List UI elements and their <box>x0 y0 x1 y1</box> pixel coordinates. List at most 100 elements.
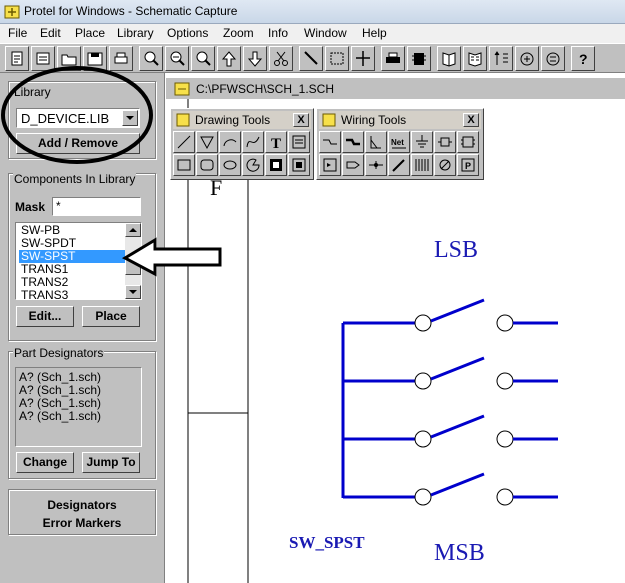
sheet-symbol-icon <box>461 136 475 148</box>
menu-window[interactable]: Window <box>304 26 347 40</box>
jump-to-button[interactable]: Jump To <box>82 452 140 473</box>
help-button[interactable]: ? <box>571 46 595 71</box>
pan-down-button[interactable] <box>243 46 267 71</box>
junction-tool[interactable] <box>365 154 387 176</box>
text-icon: T <box>271 136 281 150</box>
switch-lever <box>430 472 485 497</box>
bus-entry-tool[interactable] <box>365 131 387 153</box>
pie-tool[interactable] <box>242 154 264 176</box>
drawing-tools-title-bar[interactable]: Drawing Tools X <box>173 111 311 129</box>
bezier-tool[interactable] <box>242 131 264 153</box>
palette-icon <box>322 113 336 127</box>
graphic-tool[interactable] <box>265 154 287 176</box>
port-tool[interactable] <box>342 154 364 176</box>
bus-tool[interactable] <box>342 131 364 153</box>
pcb-layout-icon: P <box>461 158 475 172</box>
menu-help[interactable]: Help <box>362 26 387 40</box>
line-icon <box>177 135 191 149</box>
place-part-button[interactable] <box>407 46 431 71</box>
svg-text:?: ? <box>579 51 588 67</box>
rounded-rect-icon <box>200 159 214 171</box>
bus-entry-icon <box>370 136 381 149</box>
text-tool[interactable]: T <box>265 131 287 153</box>
close-icon[interactable]: X <box>293 113 309 127</box>
scroll-down-icon[interactable] <box>125 285 141 299</box>
ellipse-tool[interactable] <box>219 154 241 176</box>
sheet-symbol-tool[interactable] <box>457 131 479 153</box>
designators-button[interactable]: Designators <box>14 496 150 514</box>
menu-options[interactable]: Options <box>167 26 208 40</box>
hierarchy-button[interactable] <box>515 46 539 71</box>
zoom-fit-button[interactable] <box>191 46 215 71</box>
port-icon <box>346 161 360 169</box>
sort-button[interactable] <box>489 46 513 71</box>
move-cross-icon <box>356 51 370 66</box>
printer-button[interactable] <box>381 46 405 71</box>
rectangle-icon <box>177 159 191 171</box>
net-button[interactable] <box>541 46 565 71</box>
sheet-entry-tool[interactable] <box>319 154 341 176</box>
cut-button[interactable] <box>269 46 293 71</box>
line-tool[interactable] <box>173 131 195 153</box>
scroll-up-icon[interactable] <box>125 223 141 237</box>
probe-tool[interactable] <box>388 154 410 176</box>
title-bar: Protel for Windows - Schematic Capture <box>0 0 625 24</box>
menu-bar: File Edit Place Library Options Zoom Inf… <box>0 24 625 43</box>
net-icon <box>546 52 560 66</box>
polygon-icon <box>200 136 214 150</box>
part-tool[interactable] <box>434 131 456 153</box>
list-item[interactable]: TRANS3 <box>19 289 125 299</box>
error-markers-button[interactable]: Error Markers <box>14 514 150 532</box>
svg-text:Net: Net <box>391 138 404 147</box>
wire-button[interactable] <box>299 46 323 71</box>
zoom-out-icon <box>170 51 185 66</box>
test-vector-icon <box>415 159 429 171</box>
zoom-out-button[interactable] <box>165 46 189 71</box>
menu-zoom[interactable]: Zoom <box>223 26 254 40</box>
switch-contact-right <box>496 488 514 506</box>
rectangle-tool[interactable] <box>173 154 195 176</box>
text-frame-icon <box>292 135 306 149</box>
change-button[interactable]: Change <box>16 452 74 473</box>
list-item[interactable]: A? (Sch_1.sch) <box>19 410 101 423</box>
wiring-tools-title-bar[interactable]: Wiring Tools X <box>319 111 481 129</box>
switch-lever <box>430 298 485 323</box>
menu-info[interactable]: Info <box>268 26 288 40</box>
wire-tool[interactable] <box>319 131 341 153</box>
components-group-label: Components In Library <box>13 172 137 186</box>
menu-file[interactable]: File <box>8 26 27 40</box>
array-tool[interactable] <box>288 154 310 176</box>
power-port-tool[interactable] <box>411 131 433 153</box>
wire-icon <box>323 139 337 145</box>
menu-place[interactable]: Place <box>75 26 105 40</box>
no-erc-tool[interactable] <box>434 154 456 176</box>
list-item[interactable]: TRANS2 <box>19 276 125 289</box>
switch-contact-left <box>414 314 432 332</box>
select-area-button[interactable] <box>325 46 349 71</box>
printer-icon <box>386 52 400 63</box>
arc-tool[interactable] <box>219 131 241 153</box>
part-icon <box>438 137 452 147</box>
polygon-tool[interactable] <box>196 131 218 153</box>
drawing-tools-title: Drawing Tools <box>195 113 271 127</box>
designators-list[interactable]: A? (Sch_1.sch) A? (Sch_1.sch) A? (Sch_1.… <box>15 367 142 447</box>
text-frame-tool[interactable] <box>288 131 310 153</box>
library-book-button[interactable] <box>437 46 461 71</box>
zoom-fit-icon <box>196 51 211 66</box>
net-label-tool[interactable]: Net <box>388 131 410 153</box>
place-button[interactable]: Place <box>82 306 140 327</box>
move-cross-button[interactable] <box>351 46 375 71</box>
pcb-layout-tool[interactable]: P <box>457 154 479 176</box>
menu-library[interactable]: Library <box>117 26 154 40</box>
library-book-icon <box>442 52 456 67</box>
rounded-rect-tool[interactable] <box>196 154 218 176</box>
menu-edit[interactable]: Edit <box>40 26 61 40</box>
test-vector-tool[interactable] <box>411 154 433 176</box>
close-icon[interactable]: X <box>463 113 479 127</box>
designators-group-label: Part Designators <box>13 346 105 360</box>
annotation-arrow <box>121 237 222 277</box>
edit-button[interactable]: Edit... <box>16 306 74 327</box>
pan-up-button[interactable] <box>217 46 241 71</box>
library-browse-button[interactable] <box>463 46 487 71</box>
mask-input[interactable]: * <box>52 197 141 216</box>
